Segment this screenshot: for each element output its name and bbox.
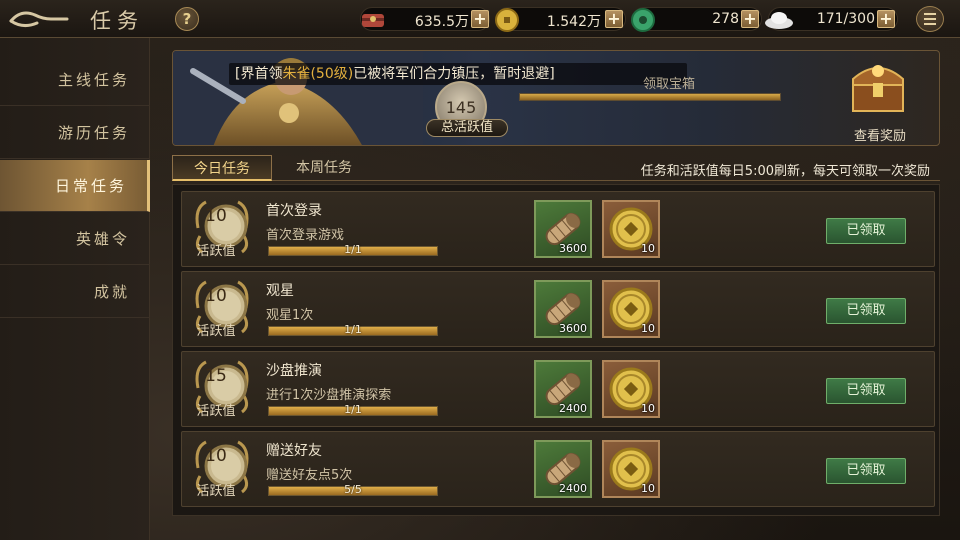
- reward-coin-count: 10: [641, 482, 655, 495]
- reward-coin[interactable]: 10: [602, 200, 660, 258]
- add-silver-button[interactable]: +: [877, 10, 895, 28]
- add-gift-button[interactable]: +: [471, 10, 489, 28]
- task-progress-text: 1/1: [344, 323, 362, 336]
- reward-scroll[interactable]: 2400: [534, 360, 592, 418]
- box-progress-fill: [520, 94, 780, 100]
- task-progress-text: 5/5: [344, 483, 362, 496]
- tab-this-week[interactable]: 本周任务: [274, 155, 374, 181]
- reward-scroll[interactable]: 2400: [534, 440, 592, 498]
- resource-value: 171/300: [816, 11, 875, 27]
- reward-scroll-count: 2400: [559, 402, 587, 415]
- task-description: 首次登录游戏: [266, 228, 345, 243]
- reward-scroll-count: 2400: [559, 482, 587, 495]
- jade-icon: [629, 6, 657, 34]
- add-jade-button[interactable]: +: [741, 10, 759, 28]
- task-row: 10 活跃值 观星 观星1次 1/1 3600 10 已领取: [181, 271, 935, 347]
- task-list[interactable]: 10 活跃值 首次登录 首次登录游戏 1/1 3600 10 已领取 10 活跃…: [172, 184, 940, 516]
- gold-coin-icon: [493, 6, 521, 34]
- task-points: 10: [205, 206, 227, 226]
- reward-coin[interactable]: 10: [602, 280, 660, 338]
- treasure-chest-icon[interactable]: [845, 57, 911, 115]
- news-text-suffix: 已被将军们合力镇压，暂时退避]: [353, 66, 555, 82]
- task-name: 首次登录: [266, 203, 322, 219]
- claimed-button[interactable]: 已领取: [826, 218, 906, 244]
- task-points-label: 活跃值: [196, 484, 236, 499]
- activity-banner: [界首领朱雀(50级)已被将军们合力镇压，暂时退避] 145 总活跃值 领取宝箱…: [172, 50, 940, 146]
- help-button[interactable]: ?: [175, 7, 199, 31]
- gift-icon: [359, 6, 387, 34]
- sidebar-item-achievements[interactable]: 成就: [0, 266, 150, 318]
- reward-coin[interactable]: 10: [602, 360, 660, 418]
- claimed-button[interactable]: 已领取: [826, 298, 906, 324]
- task-name: 观星: [266, 283, 294, 299]
- task-row: 15 活跃值 沙盘推演 进行1次沙盘推演探索 1/1 2400 10 已领取: [181, 351, 935, 427]
- reward-coin-count: 10: [641, 322, 655, 335]
- resource-gift: 635.5万 +: [360, 7, 490, 31]
- claimed-button[interactable]: 已领取: [826, 378, 906, 404]
- task-points: 10: [205, 286, 227, 306]
- tab-today[interactable]: 今日任务: [172, 155, 272, 181]
- sidebar-item-travel-quests[interactable]: 游历任务: [0, 107, 150, 159]
- add-gold-button[interactable]: +: [605, 10, 623, 28]
- task-name: 赠送好友: [266, 443, 322, 459]
- resource-value: 1.542万: [546, 14, 601, 30]
- task-row: 10 活跃值 首次登录 首次登录游戏 1/1 3600 10 已领取: [181, 191, 935, 267]
- task-description: 观星1次: [266, 308, 314, 323]
- back-button[interactable]: [6, 6, 72, 32]
- silver-ingot-icon: [763, 6, 795, 34]
- reward-scroll-count: 3600: [559, 322, 587, 335]
- resource-gold: 1.542万 +: [493, 6, 626, 34]
- menu-button[interactable]: [916, 6, 944, 32]
- news-highlight: 朱雀(50级): [282, 66, 354, 82]
- back-arrow-icon: [9, 11, 69, 28]
- resource-value: 278: [712, 11, 739, 27]
- total-activity-label: 总活跃值: [426, 119, 508, 137]
- box-progress-text: 领取宝箱: [643, 77, 696, 92]
- task-progress-text: 1/1: [344, 243, 362, 256]
- sidebar-item-hero-order[interactable]: 英雄令: [0, 213, 150, 265]
- task-points: 10: [205, 446, 227, 466]
- resource-jade: 278 +: [629, 6, 762, 34]
- task-points: 15: [205, 366, 227, 386]
- reward-scroll-count: 3600: [559, 242, 587, 255]
- top-bar: 任务 ? 635.5万 + 1.542万 + 278 + 171/300 +: [0, 0, 960, 38]
- sidebar-item-main-quests[interactable]: 主线任务: [0, 54, 150, 106]
- view-rewards-button[interactable]: 查看奖励: [835, 125, 925, 144]
- task-progress-text: 1/1: [344, 403, 362, 416]
- sidebar: 主线任务 游历任务 日常任务 英雄令 成就: [0, 38, 150, 540]
- task-description: 赠送好友点5次: [266, 468, 353, 483]
- task-row: 10 活跃值 赠送好友 赠送好友点5次 5/5 2400 10 已领取: [181, 431, 935, 507]
- reward-scroll[interactable]: 3600: [534, 200, 592, 258]
- resource-value: 635.5万: [414, 14, 469, 30]
- task-points-label: 活跃值: [196, 324, 236, 339]
- page-title: 任务: [90, 9, 144, 33]
- sidebar-item-daily-quests[interactable]: 日常任务: [0, 160, 150, 212]
- menu-icon: [924, 13, 936, 15]
- news-text: [界首领: [235, 66, 283, 82]
- task-points-label: 活跃值: [196, 244, 236, 259]
- task-points-label: 活跃值: [196, 404, 236, 419]
- claimed-button[interactable]: 已领取: [826, 458, 906, 484]
- refresh-note: 任务和活跃值每日5:00刷新，每天可领取一次奖励: [640, 164, 930, 179]
- reward-coin[interactable]: 10: [602, 440, 660, 498]
- reward-coin-count: 10: [641, 242, 655, 255]
- resource-silver: 171/300 +: [765, 7, 898, 31]
- task-description: 进行1次沙盘推演探索: [266, 388, 392, 403]
- box-progress-bar: [519, 93, 781, 101]
- task-tabs: 今日任务 本周任务 任务和活跃值每日5:00刷新，每天可领取一次奖励: [172, 155, 940, 181]
- reward-scroll[interactable]: 3600: [534, 280, 592, 338]
- task-name: 沙盘推演: [266, 363, 322, 379]
- reward-coin-count: 10: [641, 402, 655, 415]
